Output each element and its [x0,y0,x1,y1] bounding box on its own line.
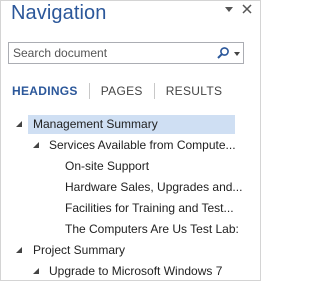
heading-item-hardware-sales[interactable]: Hardware Sales, Upgrades and... [1,177,260,198]
tab-divider [153,83,155,99]
heading-item-services-available[interactable]: Services Available from Compute... [1,135,260,156]
heading-label: On-site Support [65,159,150,173]
tab-divider [88,83,90,99]
heading-item-management-summary[interactable]: Management Summary [1,114,260,135]
chevron-down-icon[interactable] [225,7,233,12]
heading-label: Facilities for Training and Test... [65,201,234,215]
heading-item-project-summary[interactable]: Project Summary [1,240,260,261]
heading-item-upgrade-windows[interactable]: Upgrade to Microsoft Windows 7 [1,261,260,280]
heading-label: Services Available from Compute... [49,138,236,152]
heading-item-on-site-support[interactable]: On-site Support [1,156,260,177]
close-icon[interactable] [240,2,254,16]
expanded-triangle-icon[interactable] [33,268,39,274]
search-icon[interactable] [216,46,230,60]
tab-results[interactable]: RESULTS [166,84,223,98]
search-input[interactable] [13,44,203,62]
tab-headings[interactable]: HEADINGS [12,84,78,98]
tab-pages[interactable]: PAGES [101,84,143,98]
search-box [8,42,244,64]
heading-item-facilities-training[interactable]: Facilities for Training and Test... [1,198,260,219]
heading-label: Project Summary [33,243,126,257]
tab-strip: HEADINGS PAGES RESULTS [12,83,222,99]
expanded-triangle-icon[interactable] [33,142,39,148]
search-options-chevron-down-icon[interactable] [234,52,240,56]
heading-label: Hardware Sales, Upgrades and... [65,180,243,194]
heading-item-test-lab[interactable]: The Computers Are Us Test Lab: [1,219,260,240]
heading-label: The Computers Are Us Test Lab: [65,222,239,236]
heading-label: Management Summary [33,117,158,131]
heading-label: Upgrade to Microsoft Windows 7 [49,264,223,278]
navigation-pane: Navigation HEADINGS PAGES RESULTS Manage… [0,0,261,281]
headings-tree: Management Summary Services Available fr… [1,114,260,280]
pane-title: Navigation [11,2,107,24]
expanded-triangle-icon[interactable] [16,247,22,253]
expanded-triangle-icon[interactable] [16,121,22,127]
